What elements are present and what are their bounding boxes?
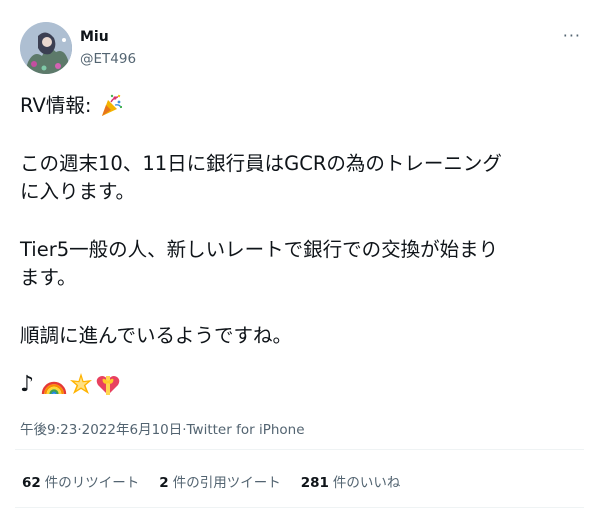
tweet-header: Miu @ET496 ··· bbox=[20, 22, 585, 76]
tweet-date[interactable]: 2022年6月10日 bbox=[82, 418, 183, 438]
quote-tweets-stat[interactable]: 2 件の引用ツイート bbox=[159, 471, 280, 491]
tweet-source[interactable]: Twitter for iPhone bbox=[187, 422, 305, 438]
tweet-text-rv-info: RV情報: bbox=[20, 94, 92, 117]
tweet-paragraph-tier5: Tier5一般の人、新しいレートで銀行での交換が始まり ます。 bbox=[20, 238, 499, 289]
tweet-paragraph-training: この週末10、11日に銀行員はGCRの為のトレーニング に入ります。 bbox=[20, 152, 502, 203]
party-popper-icon bbox=[98, 93, 122, 117]
user-handle[interactable]: @ET496 bbox=[80, 51, 136, 67]
tweet-line-rv: RV情報: bbox=[20, 92, 580, 120]
divider bbox=[15, 449, 584, 450]
tweet-stats: 62 件のリツイート 2 件の引用ツイート 281 件のいいね bbox=[22, 471, 420, 491]
tweet-time[interactable]: 午後9:23 bbox=[20, 418, 77, 438]
retweets-label: 件のリツイート bbox=[44, 475, 140, 491]
avatar[interactable] bbox=[20, 22, 72, 74]
quote-tweets-label: 件の引用ツイート bbox=[172, 475, 281, 491]
tweet-paragraph-progress: 順調に進んでいるようですね。 bbox=[20, 324, 293, 347]
retweets-count: 62 bbox=[22, 475, 41, 491]
music-note: ♪ bbox=[20, 372, 35, 397]
likes-stat[interactable]: 281 件のいいね bbox=[301, 471, 401, 491]
rainbow-icon bbox=[41, 372, 67, 398]
display-name[interactable]: Miu bbox=[80, 29, 109, 45]
heart-with-ribbon-icon bbox=[95, 372, 121, 398]
glowing-star-icon bbox=[68, 372, 94, 398]
emoji-line: ♪ bbox=[20, 371, 121, 399]
likes-label: 件のいいね bbox=[332, 475, 401, 491]
tweet-meta: 午後9:23 · 2022年6月10日 · Twitter for iPhone bbox=[20, 418, 305, 438]
divider bbox=[15, 507, 584, 508]
more-options-button[interactable]: ··· bbox=[563, 26, 581, 45]
quote-tweets-count: 2 bbox=[159, 475, 169, 491]
retweets-stat[interactable]: 62 件のリツイート bbox=[22, 471, 139, 491]
likes-count: 281 bbox=[300, 475, 329, 491]
tweet-text: RV情報: この週末10、11日に銀行員はGCRの為のトレーニング に入ります。… bbox=[20, 92, 580, 350]
